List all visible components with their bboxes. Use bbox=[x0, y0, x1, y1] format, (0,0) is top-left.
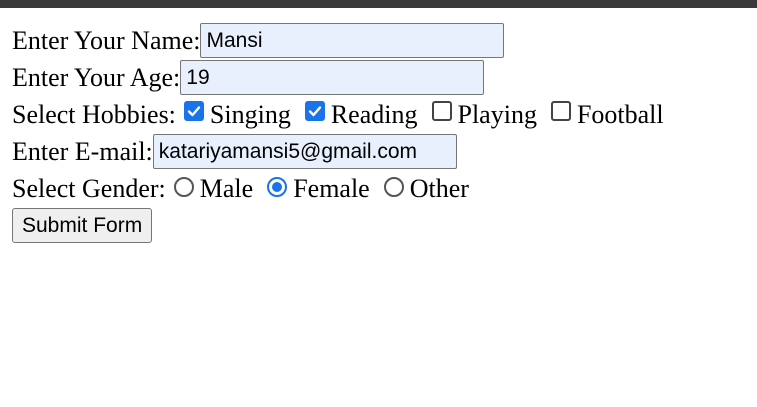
submit-button[interactable]: Submit Form bbox=[12, 208, 153, 243]
hobby-reading-checkbox[interactable] bbox=[304, 100, 325, 121]
gender-female-radio[interactable] bbox=[267, 176, 288, 197]
hobby-football-checkbox[interactable] bbox=[550, 100, 571, 121]
browser-top-bar bbox=[0, 0, 757, 8]
email-input[interactable] bbox=[152, 134, 457, 169]
hobbies-label: Select Hobbies: bbox=[12, 100, 176, 129]
gender-male-radio[interactable] bbox=[173, 176, 194, 197]
checkmark-icon bbox=[187, 105, 201, 116]
age-row: Enter Your Age: bbox=[12, 59, 664, 96]
age-label: Enter Your Age: bbox=[12, 63, 181, 92]
gender-other-radio[interactable] bbox=[383, 176, 404, 197]
name-label: Enter Your Name: bbox=[12, 26, 201, 55]
hobby-reading-label: Reading bbox=[330, 100, 418, 129]
gender-other-label: Other bbox=[409, 174, 469, 203]
gender-male-label: Male bbox=[199, 174, 254, 203]
hobby-playing-label: Playing bbox=[457, 100, 537, 129]
registration-form: Enter Your Name: Enter Your Age: Select … bbox=[12, 22, 664, 244]
gender-female-label: Female bbox=[293, 174, 370, 203]
hobby-playing-checkbox[interactable] bbox=[431, 100, 452, 121]
hobby-singing-checkbox[interactable] bbox=[183, 100, 204, 121]
name-row: Enter Your Name: bbox=[12, 22, 664, 59]
gender-label: Select Gender: bbox=[12, 174, 166, 203]
hobby-football-label: Football bbox=[576, 100, 664, 129]
checkmark-icon bbox=[308, 105, 322, 116]
age-input[interactable] bbox=[180, 60, 485, 95]
name-input[interactable] bbox=[200, 23, 505, 58]
hobbies-row: Select Hobbies: Singing Reading Playing … bbox=[12, 96, 664, 133]
submit-row: Submit Form bbox=[12, 207, 664, 244]
email-label: Enter E-mail: bbox=[12, 137, 153, 166]
gender-row: Select Gender: Male Female Other bbox=[12, 170, 664, 207]
email-row: Enter E-mail: bbox=[12, 133, 664, 170]
hobby-singing-label: Singing bbox=[209, 100, 291, 129]
